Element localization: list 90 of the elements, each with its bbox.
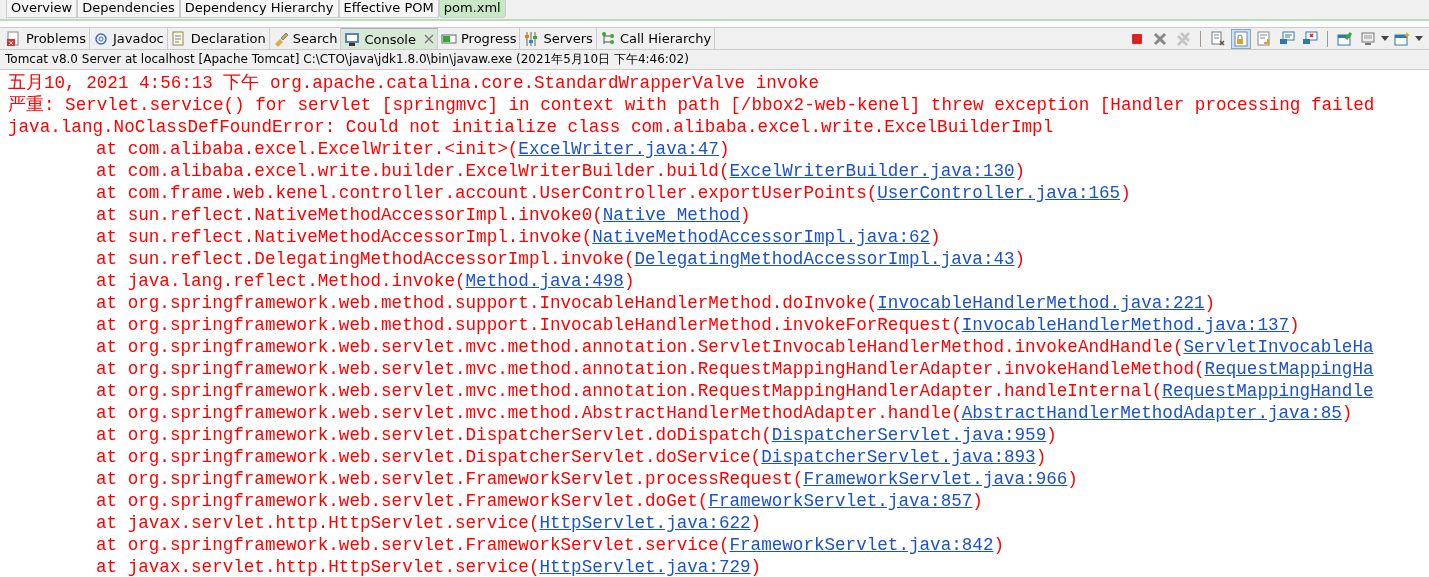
- source-link[interactable]: DispatcherServlet.java:959: [771, 424, 1047, 446]
- stack-frame-text: at javax.servlet.http.HttpServlet.service(: [96, 556, 540, 577]
- stack-frame-text: at org.springframework.web.servlet.FrameworkServlet.processRequest(: [96, 468, 804, 490]
- editor-tab[interactable]: Dependencies: [77, 0, 180, 18]
- stack-frame-text: at org.springframework.web.servlet.mvc.method.AbstractHandlerMethodAdapter.handle(: [96, 402, 962, 424]
- stack-frame-text: ): [1120, 182, 1131, 204]
- source-link[interactable]: DelegatingMethodAccessorImpl.java:43: [634, 248, 1015, 270]
- source-link[interactable]: Method.java:498: [465, 270, 624, 292]
- error-monitor-icon[interactable]: [1302, 30, 1318, 47]
- source-link[interactable]: AbstractHandlerMethodAdapter.java:85: [961, 402, 1342, 424]
- source-link[interactable]: NativeMethodAccessorImpl.java:62: [592, 226, 931, 248]
- editor-tab[interactable]: Overview: [6, 0, 78, 18]
- source-link[interactable]: RequestMappingHandle: [1162, 380, 1374, 402]
- source-link[interactable]: DispatcherServlet.java:893: [761, 446, 1036, 468]
- view-tab[interactable]: Problems: [3, 28, 90, 49]
- close-icon[interactable]: [424, 34, 434, 44]
- source-link[interactable]: FrameworkServlet.java:966: [803, 468, 1068, 490]
- source-link[interactable]: ExcelWriter.java:47: [518, 138, 719, 160]
- monitor-icon: [344, 31, 361, 47]
- stack-frame-text: at org.springframework.web.servlet.DispatcherServlet.doService(: [96, 446, 762, 468]
- editor-tab[interactable]: Dependency Hierarchy: [179, 0, 339, 18]
- stack-frame-text: at org.springframework.web.servlet.FrameworkServlet.service(: [96, 534, 730, 556]
- view-tab[interactable]: Console: [341, 28, 438, 49]
- stack-frame-text: at org.springframework.web.servlet.FrameworkServlet.doGet(: [96, 490, 709, 512]
- editor-tab[interactable]: Effective POM: [338, 0, 439, 18]
- stack-frame-text: at sun.reflect.NativeMethodAccessorImpl.invoke0(: [96, 204, 603, 226]
- stack-frame-text: at org.springframework.web.servlet.DispatcherServlet.doDispatch(: [96, 424, 772, 446]
- stack-frame-text: ): [740, 204, 751, 226]
- source-link[interactable]: UserController.java:165: [877, 182, 1121, 204]
- view-tab[interactable]: Progress: [438, 28, 521, 49]
- close-icon[interactable]: [1152, 30, 1168, 47]
- stack-frame-text: at java.lang.reflect.Method.invoke(: [96, 270, 466, 292]
- stack-frame-text: ): [1067, 468, 1078, 490]
- stack-frame-text: at com.frame.web.kenel.controller.account.UserController.exportUserPoints(: [96, 182, 878, 204]
- stack-frame-text: ): [1046, 424, 1057, 446]
- stack-frame-text: ): [930, 226, 941, 248]
- stack-frame-text: at javax.servlet.http.HttpServlet.service(: [96, 512, 540, 534]
- dropdown-caret-icon[interactable]: [1415, 36, 1423, 41]
- stack-frame-text: ): [1014, 160, 1026, 182]
- stack-frame-text: at org.springframework.web.servlet.mvc.method.annotation.RequestMappingHandlerAdapter.invokeHandleMethod(: [96, 358, 1205, 380]
- document-icon: [170, 30, 187, 47]
- stack-frame-text: ): [750, 512, 762, 534]
- stack-frame-text: ): [1014, 248, 1026, 270]
- pin-icon[interactable]: [1337, 30, 1353, 47]
- tree-icon: [599, 30, 616, 47]
- console-line: 严重: Servlet.service() for servlet [springmvc] in context with path [/bbox2-web-kenel] threw exception [Handler processing failed: [8, 94, 1375, 116]
- source-link[interactable]: InvocableHandlerMethod.java:221: [877, 292, 1205, 314]
- stack-frame-text: at com.alibaba.excel.ExcelWriter.<init>(: [96, 138, 519, 160]
- stack-frame-text: ): [993, 534, 1004, 556]
- stack-frame-text: ): [1035, 446, 1047, 468]
- console-line: java.lang.NoClassDefFoundError: Could not initialize class com.alibaba.excel.write.ExcelBuilderImpl: [8, 116, 1054, 138]
- source-link[interactable]: ExcelWriterBuilder.java:130: [729, 160, 1015, 182]
- stack-frame-text: ): [750, 556, 762, 577]
- source-link[interactable]: FrameworkServlet.java:842: [729, 534, 994, 556]
- view-tab[interactable]: Javadoc: [89, 28, 168, 49]
- stack-frame-text: at org.springframework.web.method.support.InvocableHandlerMethod.invokeForRequest(: [96, 314, 962, 336]
- view-tab[interactable]: Call Hierarchy: [596, 28, 716, 49]
- stack-frame-text: at com.alibaba.excel.write.builder.ExcelWriterBuilder.build(: [96, 160, 730, 182]
- stack-frame-text: ): [623, 270, 635, 292]
- source-link[interactable]: HttpServlet.java:729: [539, 556, 751, 577]
- stack-frame-text: ): [1341, 402, 1353, 424]
- stack-frame-text: ): [972, 490, 983, 512]
- message-monitor-icon[interactable]: [1279, 30, 1295, 47]
- problems-icon: [6, 30, 22, 47]
- stack-frame-text: at org.springframework.web.method.support.InvocableHandlerMethod.doInvoke(: [96, 292, 878, 314]
- view-tab[interactable]: Servers: [520, 28, 597, 49]
- monitor-icon[interactable]: [1360, 30, 1376, 47]
- clear-document-icon[interactable]: [1210, 30, 1226, 47]
- new-window-icon[interactable]: [1394, 30, 1410, 47]
- console-title: Tomcat v8.0 Server at localhost [Apache Tomcat] C:\CTO\java\jdk1.8.0\bin\javaw.exe (2021年5月10日 下午4:46:02): [0, 50, 1429, 70]
- stack-frame-text: at org.springframework.web.servlet.mvc.method.annotation.ServletInvocableHandlerMethod.invokeAndHandle(: [96, 336, 1184, 358]
- stack-frame-text: at sun.reflect.DelegatingMethodAccessorImpl.invoke(: [96, 248, 635, 270]
- source-link[interactable]: RequestMappingHa: [1204, 358, 1374, 380]
- server-icon: [523, 30, 540, 47]
- stack-frame-text: ): [1204, 292, 1216, 314]
- source-link[interactable]: InvocableHandlerMethod.java:137: [961, 314, 1290, 336]
- stack-frame-text: at org.springframework.web.servlet.mvc.method.annotation.RequestMappingHandlerAdapter.handleInternal(: [96, 380, 1163, 402]
- source-link[interactable]: HttpServlet.java:622: [539, 512, 751, 534]
- stack-frame-text: ): [1289, 314, 1300, 336]
- view-tab[interactable]: Declaration: [167, 28, 270, 49]
- source-link[interactable]: FrameworkServlet.java:857: [708, 490, 973, 512]
- source-link[interactable]: ServletInvocableHa: [1183, 336, 1374, 358]
- lock-icon[interactable]: [1233, 30, 1249, 47]
- console-line: 五月10, 2021 4:56:13 下午 org.apache.catalina.core.StandardWrapperValve invoke: [8, 72, 820, 94]
- stack-frame-text: at sun.reflect.NativeMethodAccessorImpl.invoke(: [96, 226, 593, 248]
- stack-frame-text: ): [718, 138, 730, 160]
- editor-tab[interactable]: pom.xml: [438, 0, 506, 18]
- dropdown-caret-icon[interactable]: [1381, 36, 1389, 41]
- source-link[interactable]: Native Method: [602, 204, 741, 226]
- ring-icon: [92, 30, 109, 47]
